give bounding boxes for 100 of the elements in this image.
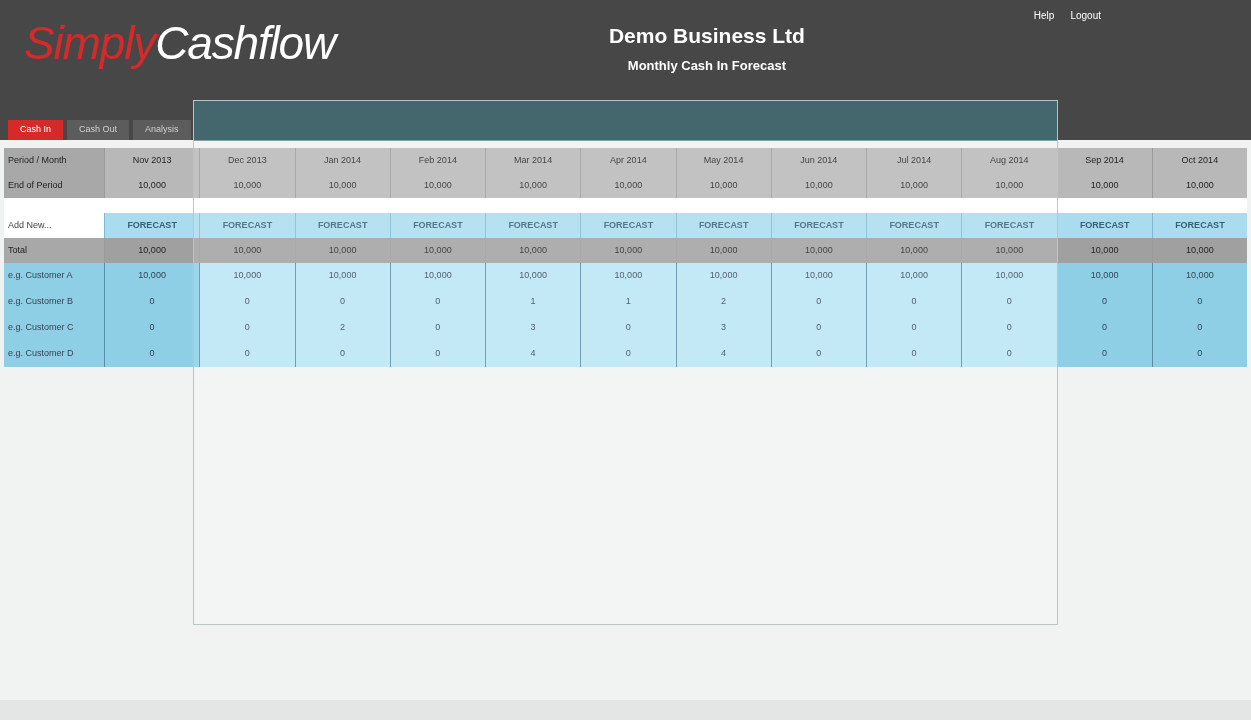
table-cell: 10,000 (771, 263, 866, 289)
table-cell: 10,000 (1057, 238, 1152, 263)
row-label: Total (4, 238, 104, 263)
table-cell: 0 (295, 341, 390, 367)
forecast-header: FORECAST (962, 213, 1057, 238)
table-cell: 10,000 (486, 238, 581, 263)
table-cell: 10,000 (1057, 263, 1152, 289)
table-cell: 0 (390, 341, 485, 367)
table-cell: 10,000 (200, 263, 295, 289)
table-cell: 10,000 (200, 238, 295, 263)
table-cell: Mar 2014 (486, 148, 581, 173)
row-label: e.g. Customer D (4, 341, 104, 367)
table-cell: 0 (771, 315, 866, 341)
row-label: End of Period (4, 173, 104, 198)
table-cell: 10,000 (486, 173, 581, 198)
tab[interactable]: Cash In (8, 120, 64, 140)
table-cell: 0 (390, 289, 485, 315)
table-cell: 0 (1152, 315, 1247, 341)
table-cell: 0 (1057, 289, 1152, 315)
table-cell: 10,000 (1152, 173, 1247, 198)
table-cell: 10,000 (390, 263, 485, 289)
table-cell: 0 (1057, 341, 1152, 367)
table-cell: 10,000 (676, 238, 771, 263)
table-cell: 3 (676, 315, 771, 341)
table-cell: 10,000 (295, 263, 390, 289)
table-cell: 10,000 (581, 173, 676, 198)
table-cell: 10,000 (105, 173, 200, 198)
table-cell: May 2014 (676, 148, 771, 173)
table-cell: 10,000 (295, 238, 390, 263)
table-cell: 10,000 (867, 263, 962, 289)
table-cell: 4 (676, 341, 771, 367)
table-cell: 0 (105, 289, 200, 315)
table-cell: 4 (486, 341, 581, 367)
forecast-header: FORECAST (771, 213, 866, 238)
table-cell: Feb 2014 (390, 148, 485, 173)
table-cell: 0 (1152, 289, 1247, 315)
table-cell: 10,000 (390, 238, 485, 263)
table-cell: Jul 2014 (867, 148, 962, 173)
forecast-header: FORECAST (1057, 213, 1152, 238)
table-cell: 10,000 (867, 238, 962, 263)
table-cell: 0 (771, 289, 866, 315)
row-label: e.g. Customer B (4, 289, 104, 315)
header-link[interactable]: Help (1033, 8, 1055, 23)
table-cell: 0 (1152, 341, 1247, 367)
table-cell: 10,000 (105, 263, 200, 289)
table-cell: 0 (867, 341, 962, 367)
table-cell: 0 (105, 341, 200, 367)
table-cell: 1 (581, 289, 676, 315)
table-cell: 1 (486, 289, 581, 315)
table-cell: Dec 2013 (200, 148, 295, 173)
table-cell: 10,000 (486, 263, 581, 289)
header-link[interactable]: Logout (1070, 8, 1101, 23)
tab[interactable]: Analysis (133, 120, 191, 140)
table-cell: 10,000 (1152, 263, 1247, 289)
table-cell: 0 (105, 315, 200, 341)
table-cell: 0 (1057, 315, 1152, 341)
table-cell: 0 (200, 315, 295, 341)
table-cell: 10,000 (962, 238, 1057, 263)
forecast-header: FORECAST (295, 213, 390, 238)
add-new-field[interactable]: Add New... (4, 213, 104, 238)
table-cell: 2 (676, 289, 771, 315)
forecast-header: FORECAST (105, 213, 200, 238)
tab[interactable]: Cash Out (67, 120, 130, 140)
company-title: Demo Business Ltd (608, 23, 805, 49)
table-cell: 10,000 (295, 173, 390, 198)
table-cell: 0 (867, 289, 962, 315)
table-cell: 0 (581, 341, 676, 367)
table-cell: 10,000 (771, 173, 866, 198)
table-cell: 0 (581, 315, 676, 341)
forecast-header: FORECAST (581, 213, 676, 238)
table-cell: 10,000 (581, 238, 676, 263)
forecast-header: FORECAST (867, 213, 962, 238)
row-label: e.g. Customer C (4, 315, 104, 341)
forecast-header: FORECAST (200, 213, 295, 238)
table-cell: Nov 2013 (105, 148, 200, 173)
table-cell: 2 (295, 315, 390, 341)
table-cell: 10,000 (390, 173, 485, 198)
table-cell: 10,000 (1152, 238, 1247, 263)
table-cell: Oct 2014 (1152, 148, 1247, 173)
table-cell: 0 (295, 289, 390, 315)
table-cell: 0 (962, 341, 1057, 367)
forecast-header: FORECAST (486, 213, 581, 238)
table-cell: 10,000 (962, 263, 1057, 289)
table-cell: Apr 2014 (581, 148, 676, 173)
table-cell: 0 (962, 289, 1057, 315)
table-cell: 0 (867, 315, 962, 341)
table-cell: Aug 2014 (962, 148, 1057, 173)
table-cell: 10,000 (771, 238, 866, 263)
table-cell: 10,000 (105, 238, 200, 263)
table-cell: 0 (200, 341, 295, 367)
table-cell: 0 (200, 289, 295, 315)
table-cell: 0 (771, 341, 866, 367)
table-cell: 10,000 (676, 263, 771, 289)
table-cell: 3 (486, 315, 581, 341)
forecast-header: FORECAST (676, 213, 771, 238)
table-cell: Sep 2014 (1057, 148, 1152, 173)
page-subtitle: Monthly Cash In Forecast (627, 56, 786, 75)
table-cell: 10,000 (676, 173, 771, 198)
table-cell: 10,000 (962, 173, 1057, 198)
forecast-header: FORECAST (1152, 213, 1247, 238)
